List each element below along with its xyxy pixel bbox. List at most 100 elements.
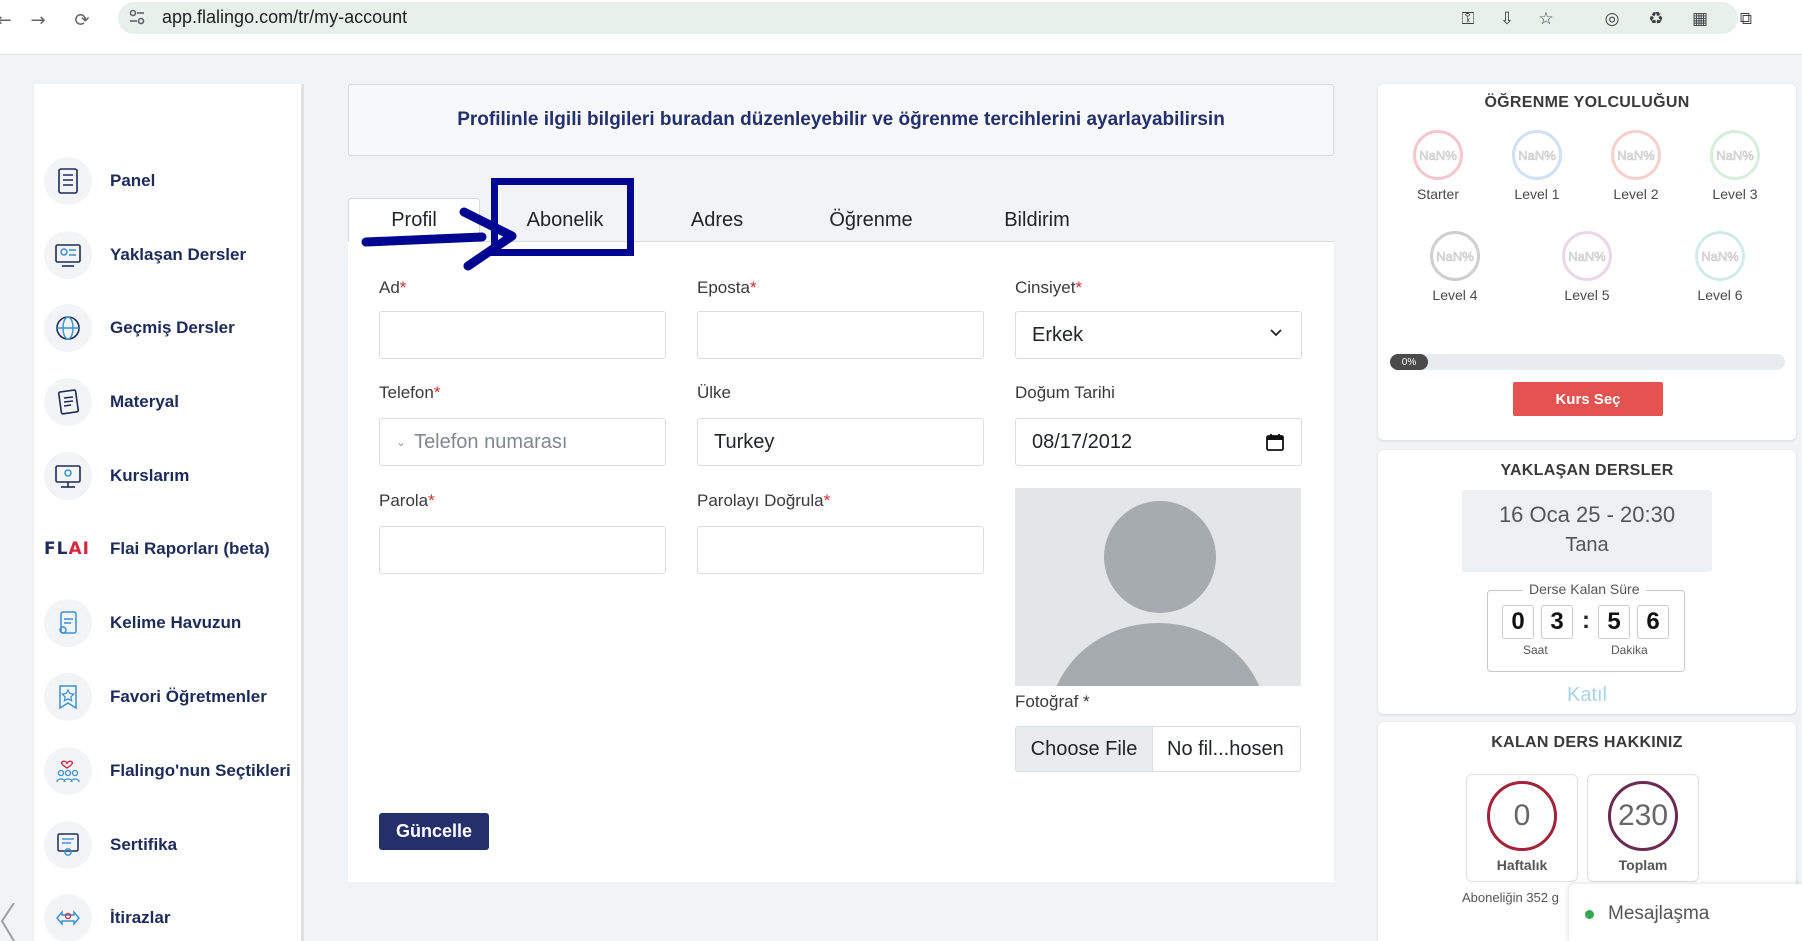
extension-compass-icon[interactable]: ◎: [1599, 6, 1625, 32]
countdown-digit: 6: [1637, 605, 1669, 639]
flai-logo-text: FL: [44, 539, 69, 559]
telefon-input[interactable]: ⌄ Telefon numarası: [379, 418, 666, 466]
sidebar-item-upcoming-lessons[interactable]: Yaklaşan Dersler: [44, 230, 304, 280]
sidebar-item-label: Panel: [110, 171, 156, 190]
level-1: NaN% Level 1: [1504, 130, 1570, 202]
flai-logo: FLAI: [44, 539, 92, 559]
avatar-head: [1104, 501, 1216, 613]
upcoming-lesson-teacher: Tana: [1565, 534, 1609, 556]
extensions-puzzle-icon[interactable]: ⧉: [1733, 6, 1759, 32]
choose-file-button[interactable]: Choose File: [1016, 727, 1153, 771]
level-2: NaN% Level 2: [1603, 130, 1669, 202]
parola-input[interactable]: [379, 526, 666, 574]
join-lesson-link[interactable]: Katıl: [1378, 684, 1796, 707]
ulke-label: Ülke: [697, 383, 732, 402]
messaging-widget[interactable]: Mesajlaşma: [1569, 884, 1802, 941]
site-settings-icon[interactable]: [128, 8, 146, 26]
profile-photo-placeholder: [1015, 488, 1301, 686]
material-icon: [44, 378, 92, 426]
sidebar-item-panel[interactable]: Panel: [44, 156, 304, 206]
level-3: NaN% Level 3: [1702, 130, 1768, 202]
dogum-tarihi-label: Doğum Tarihi: [1015, 383, 1115, 402]
ulke-value: Turkey: [714, 430, 775, 453]
sidebar-item-label: Favori Öğretmenler: [110, 687, 267, 706]
weekly-lessons-value: 0: [1513, 799, 1531, 832]
picks-icon: [44, 747, 92, 795]
sidebar-item-label: Sertifika: [110, 835, 178, 854]
certificate-icon: [44, 821, 92, 869]
forward-icon[interactable]: →: [24, 6, 52, 34]
ad-input[interactable]: [379, 311, 666, 359]
cinsiyet-select[interactable]: Erkek: [1015, 311, 1302, 359]
qr-code-icon[interactable]: ▦: [1687, 6, 1713, 32]
reload-icon[interactable]: ⟳: [68, 6, 96, 34]
sidebar-item-label: Yaklaşan Dersler: [110, 245, 247, 264]
sidebar-item-label: İtirazlar: [110, 908, 171, 927]
eposta-input[interactable]: [697, 311, 984, 359]
word-pool-icon: [44, 599, 92, 647]
subscription-remaining-text: Aboneliğin 352 g: [1462, 890, 1559, 905]
parola-dogrula-input[interactable]: [697, 526, 984, 574]
avatar-body: [1049, 623, 1267, 686]
minute-label: Dakika: [1611, 643, 1648, 657]
level-4: NaN% Level 4: [1422, 231, 1488, 303]
parola-label: Parola*: [379, 491, 435, 510]
dogum-tarihi-input[interactable]: 08/17/2012: [1015, 418, 1302, 466]
sidebar-item-certificate[interactable]: Sertifika: [44, 820, 304, 870]
sidebar-item-flalingo-picks[interactable]: Flalingo'nun Seçtikleri: [44, 746, 304, 796]
profile-info-banner: Profilinle ilgili bilgileri buradan düze…: [348, 84, 1334, 156]
eposta-label: Eposta*: [697, 278, 757, 297]
weekly-lessons-box: 0 Haftalık: [1466, 774, 1578, 882]
install-app-icon[interactable]: ⇩: [1494, 6, 1520, 32]
sidebar-item-label: Geçmiş Dersler: [110, 318, 235, 337]
ulke-input[interactable]: Turkey: [697, 418, 984, 466]
sidebar-item-courses[interactable]: Kurslarım: [44, 451, 304, 501]
favorite-teachers-icon: [44, 673, 92, 721]
parola-dogrula-label: Parolayı Doğrula*: [697, 491, 831, 510]
online-status-icon: [1585, 909, 1594, 919]
hour-label: Saat: [1523, 643, 1548, 657]
sidebar-item-favorite-teachers[interactable]: Favori Öğretmenler: [44, 672, 304, 722]
upcoming-lessons-title: YAKLAŞAN DERSLER: [1500, 462, 1674, 479]
photo-file-input[interactable]: Choose File No fil...hosen: [1015, 726, 1301, 772]
upcoming-lessons-icon: [44, 231, 92, 279]
sidebar-item-word-pool[interactable]: Kelime Havuzun: [44, 598, 304, 648]
countdown-box: Derse Kalan Süre 0 3 : 5 6 Saat Dakika: [1487, 581, 1685, 672]
upcoming-lesson-date: 16 Oca 25 - 20:30: [1498, 502, 1676, 527]
total-lessons-box: 230 Toplam: [1587, 774, 1699, 882]
update-button[interactable]: Güncelle: [379, 813, 489, 850]
sidebar-item-objections[interactable]: İtirazlar: [44, 893, 304, 941]
level-5: NaN% Level 5: [1554, 231, 1620, 303]
fotograf-label: Fotoğraf *: [1015, 692, 1090, 711]
messaging-label: Mesajlaşma: [1608, 903, 1710, 924]
countdown-digit: 0: [1502, 605, 1534, 639]
past-lessons-icon: [44, 304, 92, 352]
select-course-button[interactable]: Kurs Seç: [1513, 382, 1663, 416]
sidebar-item-flai-reports[interactable]: FLAI Flai Raporları (beta): [44, 524, 304, 574]
chevron-down-icon: [1270, 329, 1282, 337]
cinsiyet-label: Cinsiyet*: [1015, 278, 1083, 297]
tab-bildirim[interactable]: Bildirim: [987, 198, 1087, 242]
dashboard-icon: [44, 157, 92, 205]
address-url[interactable]: app.flalingo.com/tr/my-account: [162, 7, 407, 28]
extension-recycle-icon[interactable]: ♻: [1643, 6, 1669, 32]
ad-label: Ad*: [379, 278, 407, 297]
sidebar-item-past-lessons[interactable]: Geçmiş Dersler: [44, 303, 304, 353]
sidebar-item-material[interactable]: Materyal: [44, 377, 304, 427]
country-code-chevron-icon[interactable]: ⌄: [396, 435, 406, 449]
tab-ogrenme[interactable]: Öğrenme: [815, 198, 927, 242]
sidebar-item-label: Kurslarım: [110, 466, 190, 485]
telefon-label: Telefon*: [379, 383, 441, 402]
back-icon[interactable]: ←: [0, 6, 18, 34]
tab-adres[interactable]: Adres: [672, 198, 762, 242]
calendar-icon[interactable]: [1265, 432, 1285, 452]
password-key-icon[interactable]: ⚿: [1455, 6, 1481, 32]
dogum-tarihi-value: 08/17/2012: [1032, 430, 1133, 453]
upcoming-lesson-info: 16 Oca 25 - 20:30 Tana: [1462, 490, 1712, 572]
upcoming-lessons-card: YAKLAŞAN DERSLER 16 Oca 25 - 20:30 Tana …: [1378, 450, 1796, 714]
banner-text: Profilinle ilgili bilgileri buradan düze…: [457, 109, 1225, 130]
bookmark-star-icon[interactable]: ☆: [1533, 6, 1559, 32]
courses-icon: [44, 452, 92, 500]
countdown-digit: 3: [1541, 605, 1573, 639]
sidebar-item-label: Kelime Havuzun: [110, 613, 242, 632]
